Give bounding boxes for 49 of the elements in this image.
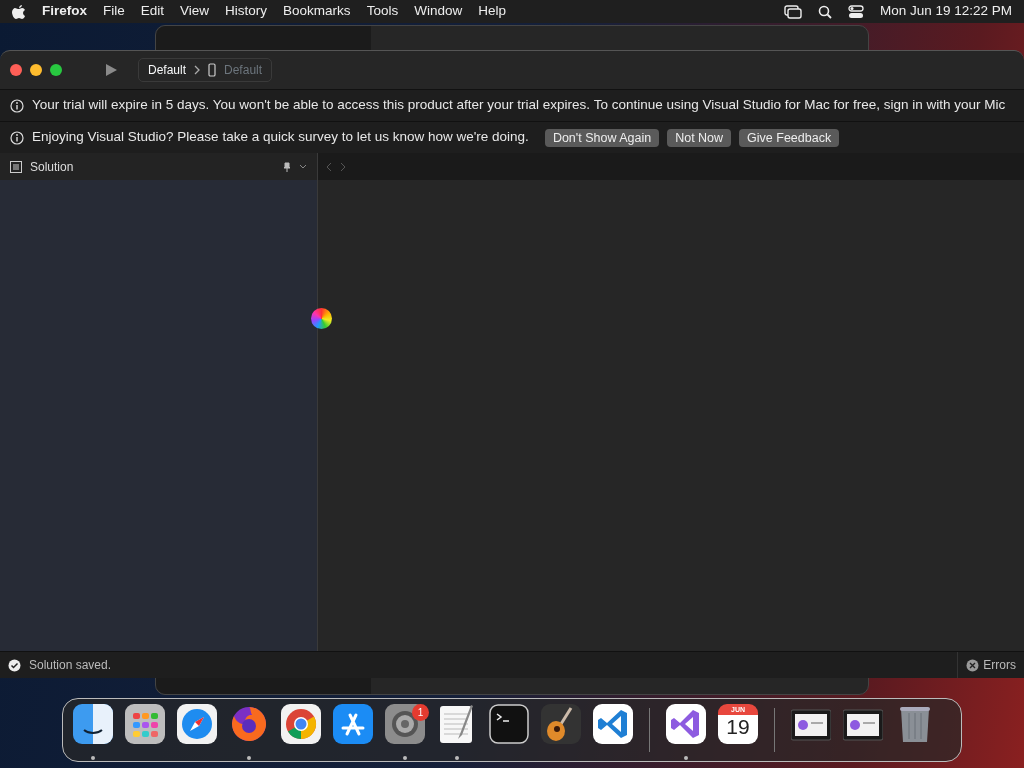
- app-store-icon[interactable]: [333, 704, 373, 744]
- terminal-icon[interactable]: [489, 704, 529, 744]
- ide-icon[interactable]: [666, 704, 706, 744]
- minimize-button[interactable]: [30, 64, 42, 76]
- menu-item[interactable]: File: [103, 1, 125, 22]
- info-bar-button[interactable]: Don't Show Again: [544, 128, 660, 147]
- menu-item[interactable]: Tools: [366, 1, 399, 22]
- menu-item[interactable]: Window: [414, 1, 463, 22]
- close-button[interactable]: [10, 64, 22, 76]
- finder-icon[interactable]: [73, 704, 113, 744]
- compass-icon[interactable]: [177, 704, 217, 744]
- info-icon: [10, 98, 24, 113]
- chrome-icon[interactable]: [281, 704, 321, 744]
- info-bar-button[interactable]: Not Now: [667, 128, 732, 147]
- pad-title: Solution: [30, 158, 75, 176]
- pin-icon[interactable]: [283, 161, 291, 172]
- run-icon[interactable]: [104, 63, 118, 77]
- errors-tab[interactable]: Errors: [983, 656, 1016, 674]
- menu-item[interactable]: Edit: [140, 1, 165, 22]
- screen-mirroring-icon[interactable]: [783, 4, 802, 19]
- clock[interactable]: Mon Jun 19 12:22 PM: [879, 1, 1012, 22]
- calendar-day: 19: [726, 715, 750, 739]
- menu-item[interactable]: History: [225, 1, 268, 22]
- search-icon[interactable]: [817, 4, 832, 19]
- solution-pad-icon: [10, 160, 22, 173]
- check-icon: [8, 658, 21, 672]
- chevron-down-icon[interactable]: [299, 163, 307, 170]
- chevron-right-icon: [194, 65, 201, 75]
- configuration-selector[interactable]: Default: [148, 61, 187, 79]
- control-center-icon[interactable]: [847, 4, 864, 19]
- info-icon: [10, 130, 24, 145]
- code-editor-icon[interactable]: [593, 704, 633, 744]
- info-bar-button[interactable]: Give Feedback: [739, 128, 840, 147]
- fox-globe-icon[interactable]: [229, 704, 269, 744]
- notification-count: 1: [412, 704, 429, 721]
- phone-icon: [208, 63, 217, 77]
- menu-item[interactable]: Bookmarks: [283, 1, 351, 22]
- launchpad-icon[interactable]: [125, 704, 165, 744]
- apple-icon[interactable]: [12, 3, 26, 20]
- guitar-icon[interactable]: [541, 704, 581, 744]
- info-message: Enjoying Visual Studio? Please take a quick survey to let us know how we're doing.: [32, 128, 529, 147]
- error-icon[interactable]: [966, 658, 980, 672]
- app-menu[interactable]: Firefox: [42, 1, 87, 22]
- gear-icon[interactable]: [385, 704, 425, 744]
- menu-item[interactable]: Help: [478, 1, 506, 22]
- info-message: Your trial will expire in 5 days. You won't be able to access this product after your trial expires. To continue using Visual Studio for Mac for free, sign in with your Mic: [32, 96, 1006, 115]
- status-message: Solution saved.: [29, 657, 112, 674]
- menu-item[interactable]: View: [180, 1, 210, 22]
- zoom-button[interactable]: [50, 64, 62, 76]
